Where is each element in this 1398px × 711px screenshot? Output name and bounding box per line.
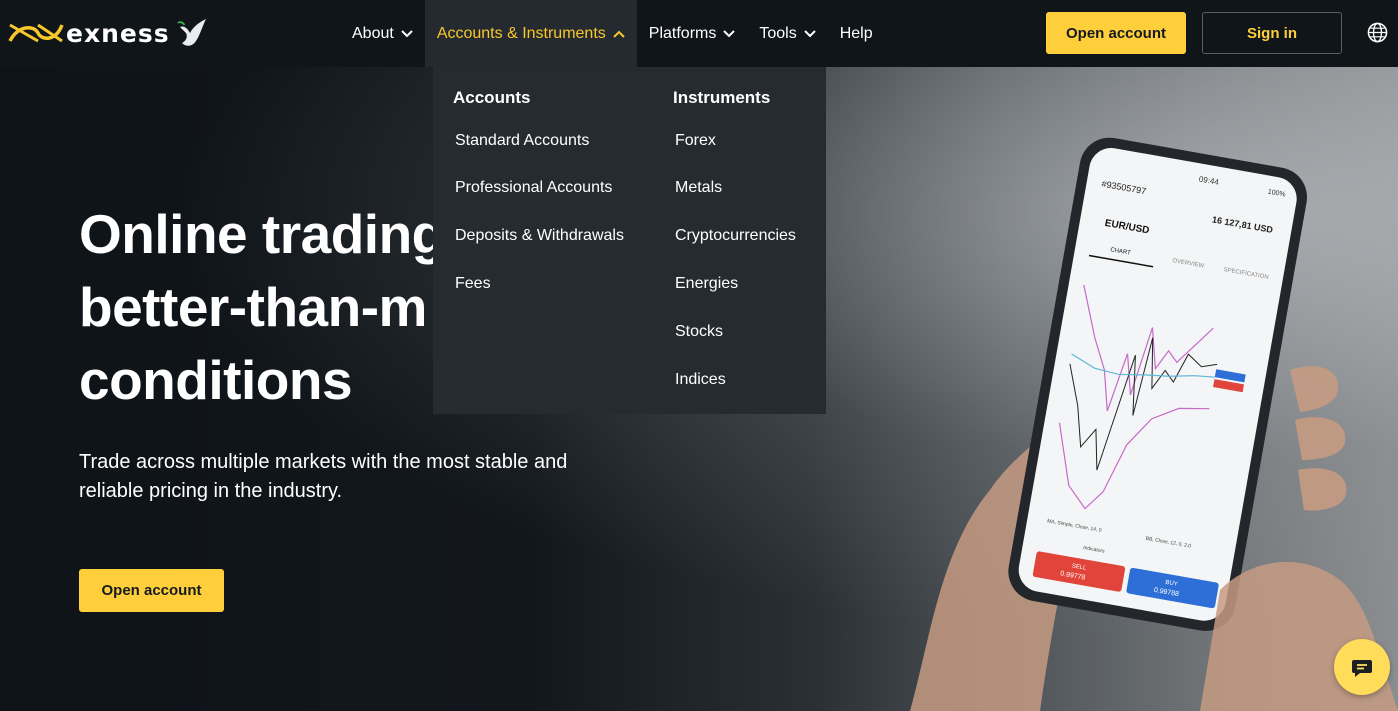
nav-platforms-label: Platforms [648,24,717,42]
header-open-account-button[interactable]: Open account [1046,12,1186,54]
phone-illustration: 09:44 100% #93505797 16 127,81 USD EUR/U… [910,137,1398,711]
menu-item-energies[interactable]: Energies [675,275,738,293]
nav-platforms[interactable]: Platforms [637,0,748,67]
nav-about[interactable]: About [340,0,425,67]
chat-bubble-icon [1352,660,1372,677]
top-header: exness About Accounts & Instruments Plat… [0,0,1398,67]
hero-open-account-button[interactable]: Open account [79,569,224,612]
brand-name: exness [66,18,170,48]
hero-title-line-3: conditions [79,349,353,411]
chevron-down-icon [401,29,413,37]
sign-in-button[interactable]: Sign in [1202,12,1342,54]
menu-item-metals[interactable]: Metals [675,179,722,197]
menu-item-forex[interactable]: Forex [675,132,716,150]
nav-help-label: Help [839,24,873,42]
hero-subtitle: Trade across multiple markets with the m… [79,451,568,502]
dropdown-instruments-heading: Instruments [673,88,771,107]
menu-item-cryptocurrencies[interactable]: Cryptocurrencies [675,227,796,245]
dove-icon [176,19,206,46]
hero-title: Online trading better-than-m conditions [79,198,439,417]
chat-button[interactable] [1334,639,1390,695]
nav-tools-label: Tools [759,24,797,42]
menu-item-standard-accounts[interactable]: Standard Accounts [455,132,589,150]
chevron-up-icon [613,30,625,38]
menu-item-stocks[interactable]: Stocks [675,323,723,341]
accounts-instruments-dropdown: Accounts Standard Accounts Professional … [433,67,826,414]
exness-mark-icon [8,23,64,43]
chevron-down-icon [723,29,736,37]
hero-title-line-2: better-than-m [79,276,427,338]
main-nav: About Accounts & Instruments Platforms T… [340,0,885,67]
menu-item-deposits-withdrawals[interactable]: Deposits & Withdrawals [455,227,624,245]
nav-accounts-instruments[interactable]: Accounts & Instruments [424,0,637,67]
chevron-down-icon [804,29,816,37]
nav-help[interactable]: Help [828,0,885,67]
menu-item-professional-accounts[interactable]: Professional Accounts [455,179,612,197]
globe-icon[interactable] [1367,22,1388,43]
nav-tools[interactable]: Tools [747,0,827,67]
menu-item-indices[interactable]: Indices [675,371,726,389]
exness-logo[interactable]: exness [8,14,210,52]
dropdown-accounts-heading: Accounts [453,88,531,107]
nav-about-label: About [352,24,394,42]
nav-accounts-instruments-label: Accounts & Instruments [436,24,606,42]
hero-title-line-1: Online trading [79,203,439,265]
menu-item-fees[interactable]: Fees [455,275,491,293]
